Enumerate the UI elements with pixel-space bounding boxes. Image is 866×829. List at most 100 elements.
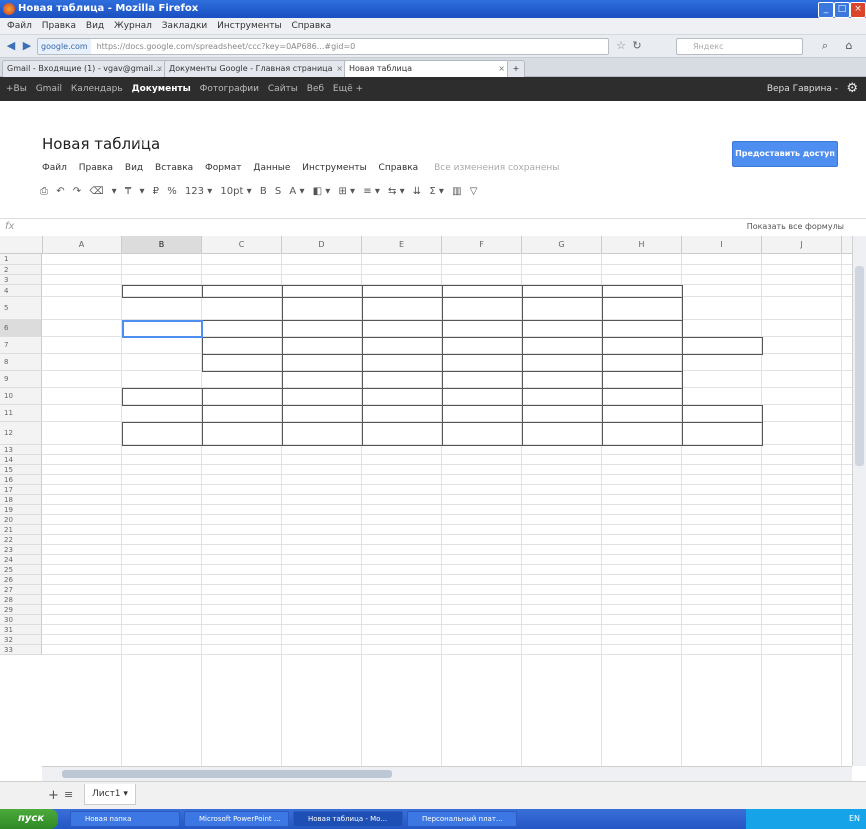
bordered-cell[interactable] [602, 320, 683, 338]
share-button[interactable]: Предоставить доступ [732, 141, 838, 167]
show-all-formulas-link[interactable]: Показать все формулы [747, 222, 844, 231]
row-header-2[interactable]: 2 [0, 265, 42, 275]
bookmark-star-icon[interactable]: ☆ [614, 39, 628, 53]
row-header-8[interactable]: 8 [0, 354, 42, 371]
bordered-cell[interactable] [522, 320, 603, 338]
number-format-button[interactable]: 123 ▾ [185, 186, 212, 197]
bordered-cell[interactable] [202, 337, 283, 355]
bordered-cell[interactable] [602, 422, 683, 446]
bordered-cell[interactable] [202, 388, 283, 406]
tab-gmail[interactable]: Gmail - Входящие (1) - vgav@gmail... × [2, 60, 168, 77]
doc-menu-tools[interactable]: Инструменты [302, 163, 366, 173]
gbar-gmail[interactable]: Gmail [36, 77, 62, 101]
row-header-29[interactable]: 29 [0, 605, 42, 615]
gbar-more[interactable]: Ещё + [333, 77, 363, 101]
bordered-cell[interactable] [362, 388, 443, 406]
menu-history[interactable]: Журнал [114, 18, 152, 34]
doc-menu-view[interactable]: Вид [125, 163, 143, 173]
doc-menu-help[interactable]: Справка [379, 163, 419, 173]
align-icon[interactable]: ≡ ▾ [363, 186, 380, 197]
bordered-cell[interactable] [122, 422, 203, 446]
bordered-cell[interactable] [602, 337, 683, 355]
bordered-cell[interactable] [442, 337, 523, 355]
bordered-cell[interactable] [282, 405, 363, 423]
scroll-thumb[interactable] [855, 266, 864, 466]
bordered-cell[interactable] [122, 388, 203, 406]
bordered-cell[interactable] [522, 354, 603, 372]
column-header-i[interactable]: I [682, 236, 762, 253]
tab-new-spreadsheet[interactable]: Новая таблица × [344, 60, 510, 77]
bordered-cell[interactable] [122, 285, 203, 298]
grid-corner[interactable] [0, 236, 43, 253]
row-header-11[interactable]: 11 [0, 405, 42, 422]
bordered-cell[interactable] [602, 354, 683, 372]
menu-edit[interactable]: Правка [42, 18, 76, 34]
bordered-cell[interactable] [442, 371, 523, 389]
row-header-23[interactable]: 23 [0, 545, 42, 555]
paint-format-icon[interactable]: ⌫ [89, 186, 103, 197]
column-header-h[interactable]: H [602, 236, 682, 253]
taskbar-item-other[interactable]: Персональный плат... [407, 811, 517, 827]
bordered-cell[interactable] [202, 285, 283, 298]
merge-icon[interactable]: ⇆ ▾ [388, 186, 405, 197]
bordered-cell[interactable] [682, 422, 763, 446]
bordered-cell[interactable] [282, 388, 363, 406]
row-header-16[interactable]: 16 [0, 475, 42, 485]
row-header-21[interactable]: 21 [0, 525, 42, 535]
column-header-j[interactable]: J [762, 236, 842, 253]
text-color-icon[interactable]: A ▾ [289, 186, 304, 197]
bordered-cell[interactable] [362, 405, 443, 423]
url-bar[interactable]: google.com https://docs.google.com/sprea… [37, 38, 609, 55]
undo-icon[interactable]: ↶ [56, 186, 64, 197]
bordered-cell[interactable] [442, 422, 523, 446]
bold-icon[interactable]: B [260, 186, 267, 197]
site-identity[interactable]: google.com [38, 39, 91, 54]
doc-menu-format[interactable]: Формат [205, 163, 242, 173]
bordered-cell[interactable] [282, 337, 363, 355]
doc-menu-insert[interactable]: Вставка [155, 163, 193, 173]
redo-icon[interactable]: ↷ [73, 186, 81, 197]
gbar-documents[interactable]: Документы [132, 77, 191, 101]
bordered-cell[interactable] [442, 405, 523, 423]
bordered-cell[interactable] [282, 320, 363, 338]
row-header-32[interactable]: 32 [0, 635, 42, 645]
bordered-cell[interactable] [522, 422, 603, 446]
bordered-cell[interactable] [682, 405, 763, 423]
percent-format-icon[interactable]: % [167, 186, 177, 197]
row-header-19[interactable]: 19 [0, 505, 42, 515]
spreadsheet-grid[interactable]: ABCDEFGHIJ 1 2 3 4 5 6 7 8 9 10 11 12 13 14 15 16 17 18 19… [0, 236, 852, 766]
row-header-18[interactable]: 18 [0, 495, 42, 505]
bordered-cell[interactable] [362, 422, 443, 446]
strikethrough-icon[interactable]: S [275, 186, 281, 197]
bordered-cell[interactable] [202, 320, 283, 338]
bordered-cell[interactable] [602, 297, 683, 321]
sheet-list-icon[interactable]: ≡ [64, 788, 73, 801]
bordered-cell[interactable] [202, 405, 283, 423]
row-header-3[interactable]: 3 [0, 275, 42, 285]
bordered-cell[interactable] [202, 354, 283, 372]
horizontal-scrollbar[interactable] [42, 766, 852, 781]
bordered-cell[interactable] [362, 320, 443, 338]
column-header-c[interactable]: C [202, 236, 282, 253]
bordered-cell[interactable] [522, 405, 603, 423]
gbar-calendar[interactable]: Календарь [71, 77, 123, 101]
tab-docs[interactable]: Документы Google - Главная страница × [164, 60, 348, 77]
close-icon[interactable]: × [498, 61, 505, 76]
column-header-a[interactable]: A [42, 236, 122, 253]
ruble-format-icon[interactable]: ₽ [153, 186, 159, 197]
currency-icon[interactable]: ₸ [125, 186, 131, 197]
row-header-33[interactable]: 33 [0, 645, 42, 655]
bordered-cell[interactable] [282, 371, 363, 389]
bordered-cell[interactable] [282, 354, 363, 372]
search-input[interactable]: Яндекс [676, 38, 803, 55]
gear-icon[interactable]: ⚙ [846, 81, 858, 96]
bordered-cell[interactable] [602, 388, 683, 406]
taskbar-item-folder[interactable]: Новая папка [70, 811, 180, 827]
home-icon[interactable]: ⌂ [842, 39, 856, 53]
row-header-12[interactable]: 12 [0, 422, 42, 445]
forward-icon[interactable]: ▶ [20, 39, 34, 53]
row-header-22[interactable]: 22 [0, 535, 42, 545]
font-size-button[interactable]: 10pt ▾ [220, 186, 251, 197]
dropdown-icon[interactable]: ▾ [139, 186, 144, 197]
bordered-cell[interactable] [362, 354, 443, 372]
